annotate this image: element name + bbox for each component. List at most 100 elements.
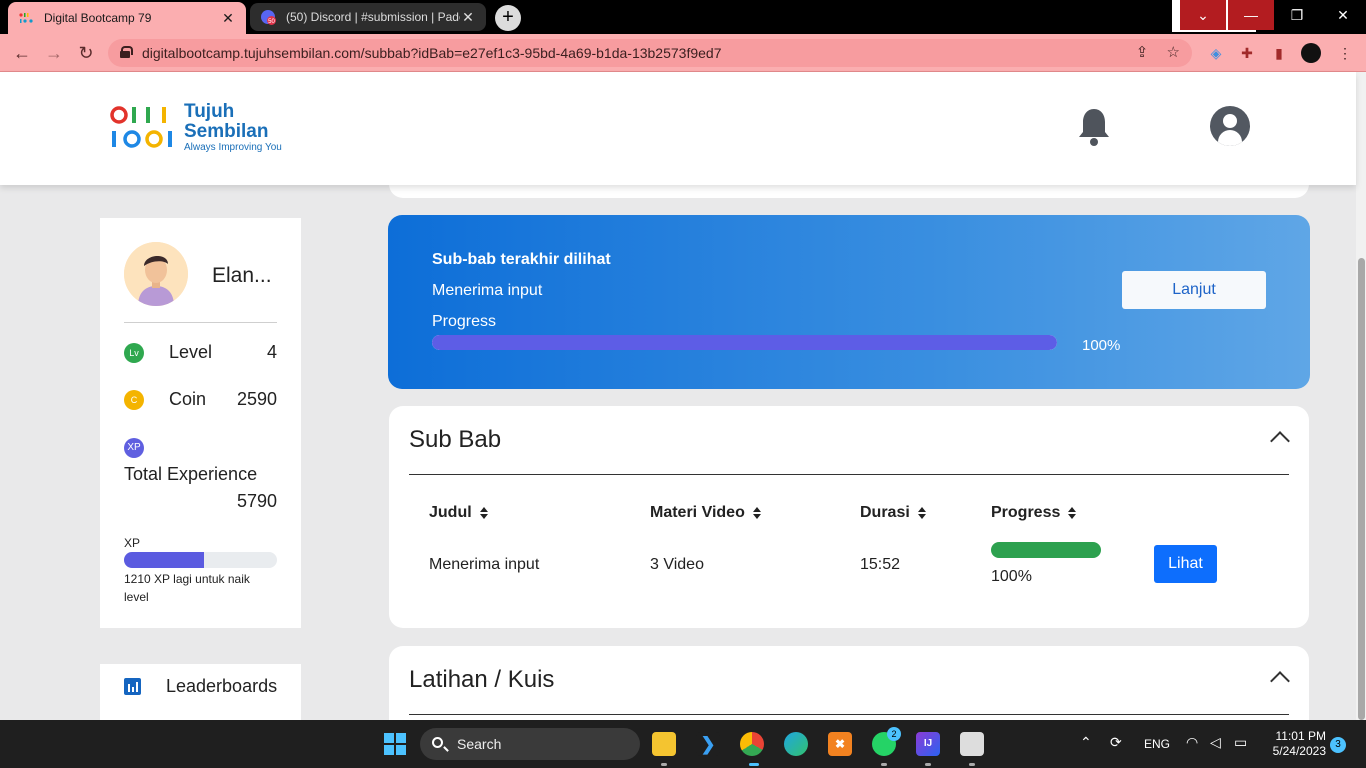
profile-avatar <box>124 242 188 306</box>
row-progress-percent: 100% <box>991 568 1032 585</box>
tab-title: (50) Discord | #submission | Pade <box>286 10 460 24</box>
bootcamp-favicon-icon <box>18 10 34 26</box>
column-header-progress[interactable]: Progress <box>991 504 1077 522</box>
tujuh-sembilan-logo[interactable]: Tujuh Sembilan Always Improving You <box>110 102 282 154</box>
close-tab-icon[interactable]: ✕ <box>460 9 476 26</box>
coin-value: 2590 <box>236 389 277 409</box>
logo-line1: Tujuh <box>184 101 235 122</box>
vscode-icon[interactable]: ❯ <box>696 732 720 756</box>
edge-icon[interactable] <box>784 732 808 756</box>
total-experience-value: 5790 <box>236 491 277 511</box>
close-window-icon[interactable]: ✕ <box>1320 0 1366 30</box>
sort-icon[interactable] <box>752 507 761 519</box>
last-viewed-subtitle: Menerima input <box>432 282 543 299</box>
latihan-kuis-card: Latihan / Kuis <box>389 646 1309 726</box>
coin-badge-icon: C <box>124 389 144 410</box>
tab-search-chevron-icon[interactable]: ⌄ <box>1180 0 1226 30</box>
coin-label: Coin <box>169 389 207 409</box>
side-panel-icon[interactable]: ▮ <box>1269 43 1289 63</box>
minimize-icon[interactable]: — <box>1228 0 1274 30</box>
level-label: Level <box>169 342 213 362</box>
share-icon[interactable]: ⇪ <box>1136 44 1149 61</box>
column-label: Judul <box>429 504 472 521</box>
level-badge-icon: Lv <box>124 342 144 363</box>
column-header-judul[interactable]: Judul <box>429 504 488 522</box>
column-header-durasi[interactable]: Durasi <box>860 504 926 522</box>
extensions-puzzle-icon[interactable]: ✚ <box>1237 43 1257 63</box>
tab-discord[interactable]: 50 (50) Discord | #submission | Pade ✕ <box>250 3 486 31</box>
browser-tabstrip: Digital Bootcamp 79 ✕ 50 (50) Discord | … <box>0 0 1366 34</box>
logo-mark-icon <box>110 103 176 153</box>
chrome-menu-icon[interactable]: ⋮ <box>1335 43 1355 63</box>
xp-progress-fill <box>124 552 204 568</box>
close-tab-icon[interactable]: ✕ <box>220 10 236 27</box>
row-progress-bar <box>991 542 1101 558</box>
xampp-icon[interactable]: ✖ <box>828 732 852 756</box>
collapse-chevron-icon[interactable] <box>1270 671 1290 691</box>
page-scrollbar-thumb[interactable] <box>1358 258 1365 720</box>
level-row: Lv Level 4 <box>124 342 277 363</box>
sync-icon[interactable]: ⟳ <box>1110 734 1122 751</box>
user-avatar-icon[interactable] <box>1210 106 1250 146</box>
address-bar-row: ← → ↻ digitalbootcamp.tujuhsembilan.com/… <box>0 34 1366 72</box>
profile-name: Elan... <box>212 264 272 287</box>
intellij-icon[interactable]: IJ <box>916 732 940 756</box>
tray-chevron-icon[interactable]: ⌃ <box>1080 734 1092 751</box>
row-durasi: 15:52 <box>860 556 901 573</box>
column-header-materi-video[interactable]: Materi Video <box>650 504 761 522</box>
notification-count-badge[interactable]: 3 <box>1330 737 1346 753</box>
lihat-button[interactable]: Lihat <box>1154 545 1217 583</box>
extension-shield-icon[interactable]: ◈ <box>1206 43 1226 63</box>
profile-divider <box>124 322 277 323</box>
xp-progress-bar <box>124 552 277 568</box>
latihan-kuis-title: Latihan / Kuis <box>409 666 555 693</box>
sort-icon[interactable] <box>1068 507 1077 519</box>
wifi-icon[interactable]: ◠ <box>1186 734 1198 751</box>
column-label: Materi Video <box>650 504 745 521</box>
discord-favicon-icon: 50 <box>260 9 276 25</box>
clock-time: 11:01 PM <box>1275 729 1326 743</box>
language-indicator[interactable]: ENG <box>1144 737 1170 751</box>
level-value: 4 <box>266 342 277 362</box>
taskbar-indicator <box>969 763 975 766</box>
tab-digital-bootcamp[interactable]: Digital Bootcamp 79 ✕ <box>8 2 246 34</box>
site-header: Tujuh Sembilan Always Improving You <box>0 72 1356 185</box>
lock-icon <box>120 46 133 58</box>
maximize-icon[interactable]: ❐ <box>1274 0 1320 30</box>
sort-icon[interactable] <box>917 507 926 519</box>
taskbar-clock[interactable]: 11:01 PM 5/24/2023 <box>1262 729 1326 759</box>
logo-line2: Sembilan <box>184 121 269 142</box>
collapse-chevron-icon[interactable] <box>1270 431 1290 451</box>
url-text: digitalbootcamp.tujuhsembilan.com/subbab… <box>142 45 722 61</box>
bookmark-star-icon[interactable]: ☆ <box>1167 44 1180 61</box>
volume-icon[interactable]: ◁ <box>1210 734 1221 751</box>
profile-avatar-icon[interactable] <box>1301 43 1321 63</box>
url-field[interactable]: digitalbootcamp.tujuhsembilan.com/subbab… <box>108 39 1192 67</box>
last-viewed-progress-percent: 100% <box>1082 337 1121 354</box>
forward-icon[interactable]: → <box>42 42 66 64</box>
leaderboards-card[interactable]: Leaderboards <box>100 664 301 724</box>
taskbar-search[interactable]: Search <box>420 728 640 760</box>
logo-text: Tujuh Sembilan Always Improving You <box>184 102 282 154</box>
file-explorer-icon[interactable] <box>652 732 676 756</box>
reload-icon[interactable]: ↻ <box>74 42 98 64</box>
last-viewed-progress-label: Progress <box>432 313 497 330</box>
back-icon[interactable]: ← <box>10 42 34 64</box>
column-label: Progress <box>991 504 1061 521</box>
row-judul: Menerima input <box>429 556 540 573</box>
sub-bab-card: Sub Bab Judul Materi Video Durasi Progre… <box>389 406 1309 628</box>
lanjut-button[interactable]: Lanjut <box>1122 271 1266 309</box>
chrome-icon[interactable] <box>740 732 764 756</box>
chrome-active-indicator <box>749 763 759 766</box>
new-tab-button[interactable]: + <box>495 5 521 31</box>
snipping-tool-icon[interactable] <box>960 732 984 756</box>
total-experience-label: Total Experience <box>124 464 258 484</box>
sort-icon[interactable] <box>479 507 488 519</box>
notification-bell-icon[interactable] <box>1076 106 1112 148</box>
xp-bar-label: XP <box>124 536 141 550</box>
latihan-divider <box>409 714 1289 715</box>
taskbar-indicator <box>925 763 931 766</box>
taskbar-indicator <box>661 763 667 766</box>
battery-icon[interactable]: ▭ <box>1234 734 1247 751</box>
windows-start-icon[interactable] <box>384 733 406 755</box>
